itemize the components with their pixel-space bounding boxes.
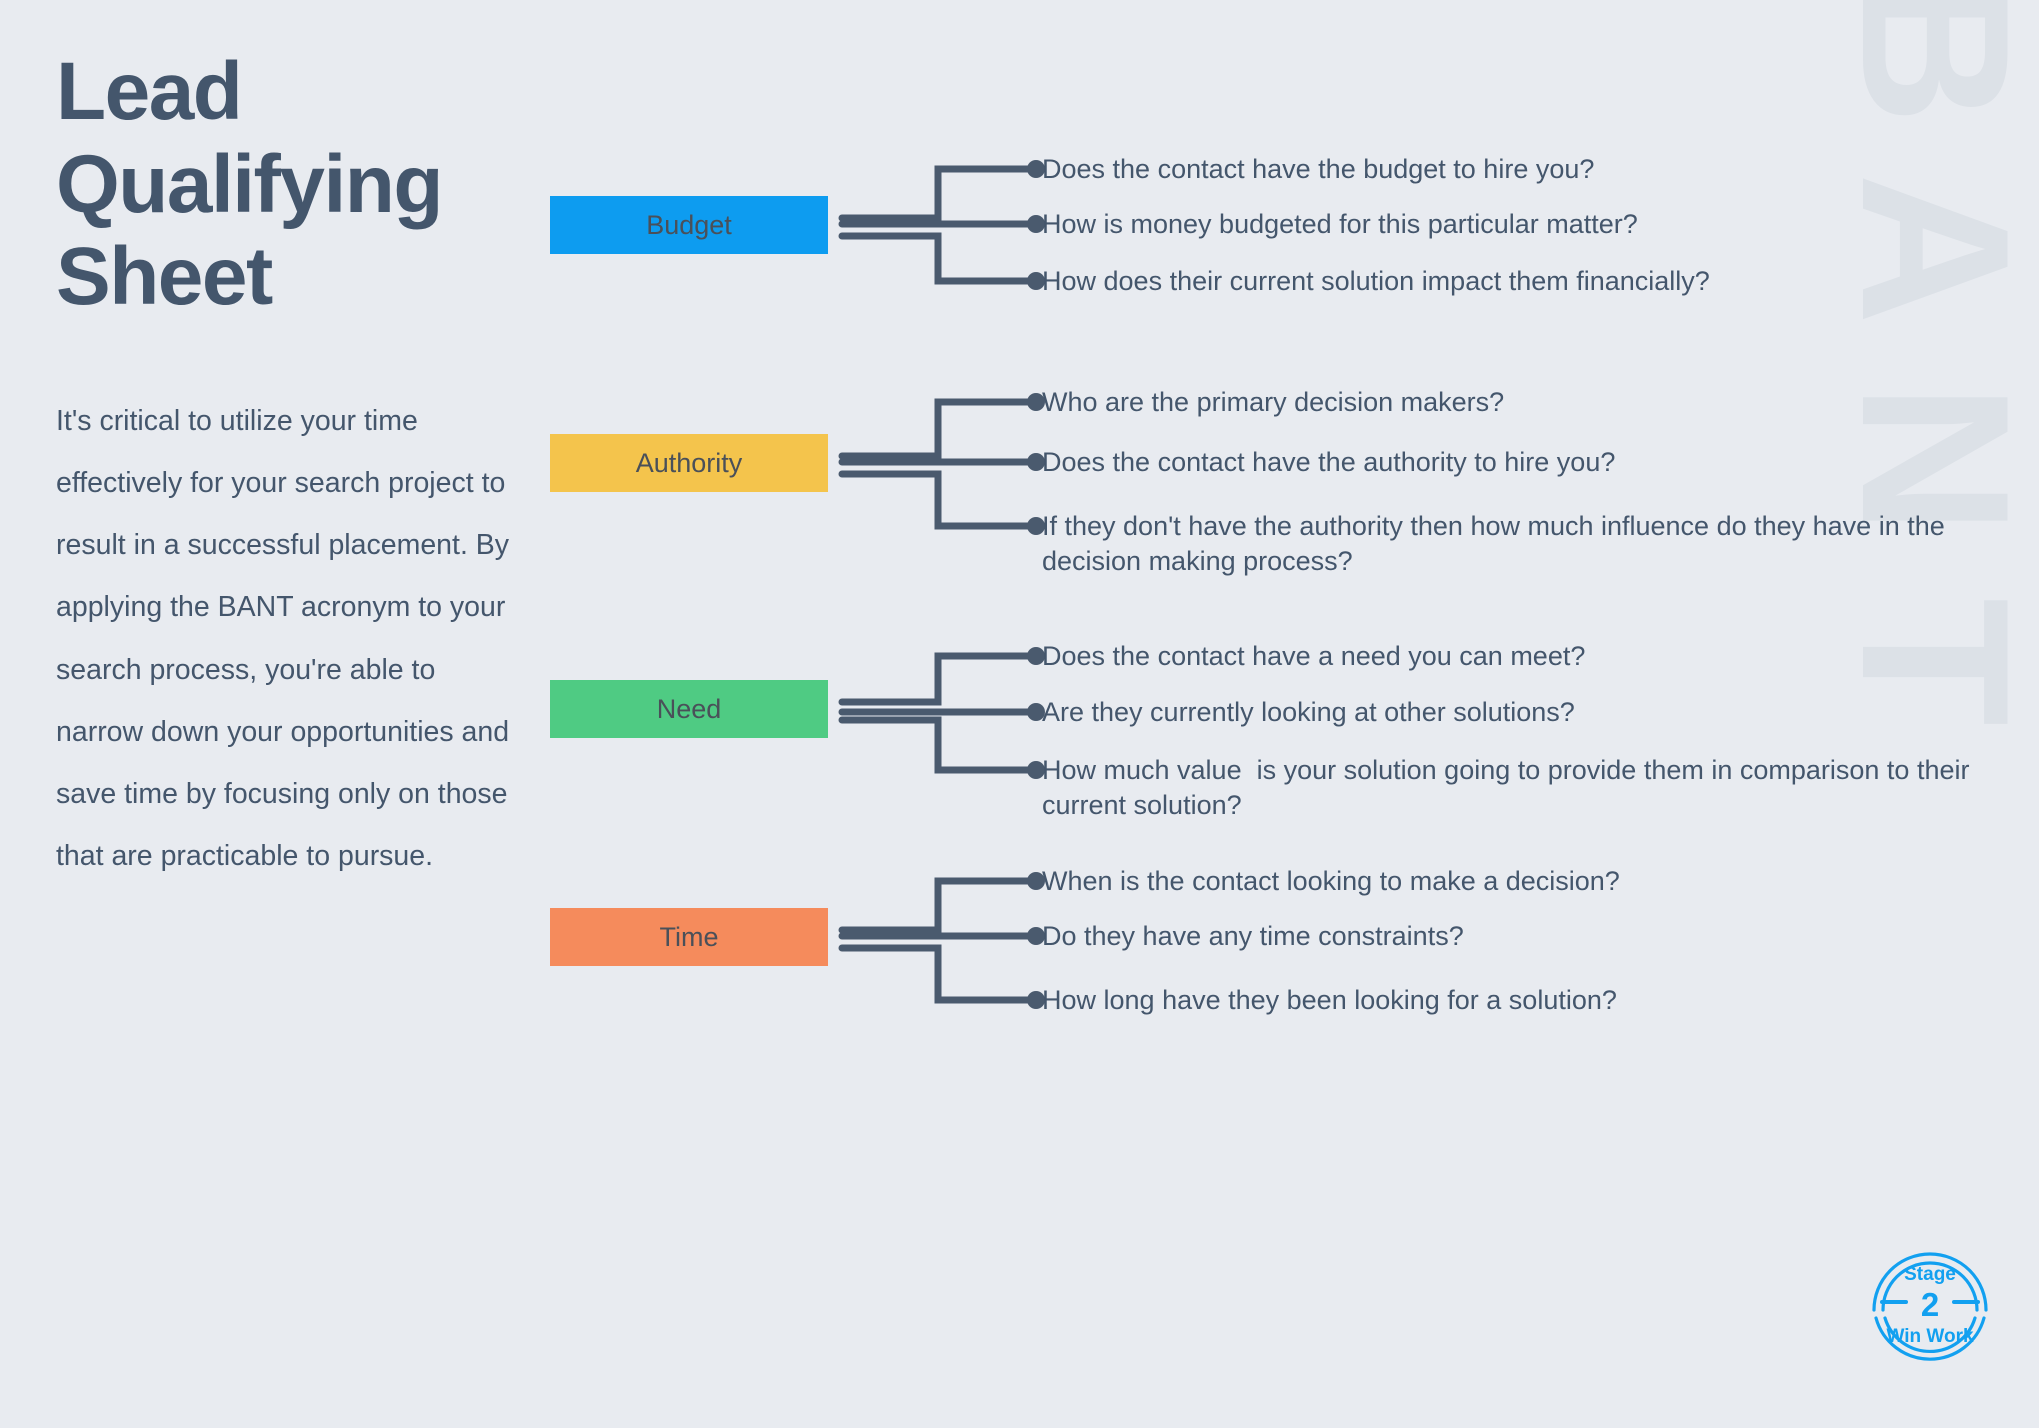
left-column: Lead Qualifying Sheet It's critical to u… bbox=[56, 0, 536, 872]
question-item: How is money budgeted for this particula… bbox=[1042, 209, 1638, 239]
category-label: Time bbox=[659, 921, 719, 952]
category-label: Budget bbox=[646, 209, 732, 240]
connector-line-3 bbox=[838, 716, 1034, 774]
stage-badge: Stage 2 Win Work bbox=[1866, 1238, 1994, 1366]
category-box-authority[interactable]: Authority bbox=[550, 434, 828, 492]
page-title: Lead Qualifying Sheet bbox=[56, 46, 443, 323]
category-label: Need bbox=[656, 693, 722, 724]
question-item: Does the contact have a need you can mee… bbox=[1042, 641, 1586, 671]
connector-line-1 bbox=[838, 652, 1034, 706]
question-item: Does the contact have the budget to hire… bbox=[1042, 154, 1595, 184]
stage-badge-label: Stage bbox=[1904, 1264, 1956, 1285]
question-item: Are they currently looking at other solu… bbox=[1042, 697, 1575, 727]
stage-badge-number: 2 bbox=[1920, 1286, 1940, 1323]
stage-badge-sublabel: Win Work bbox=[1886, 1326, 1974, 1347]
intro-paragraph: It's critical to utilize your time effec… bbox=[56, 405, 510, 872]
connector-line-1 bbox=[838, 165, 1034, 222]
category-label: Authority bbox=[635, 447, 743, 478]
question-item: How long have they been looking for a so… bbox=[1042, 985, 1617, 1015]
connector-line-1 bbox=[838, 398, 1034, 460]
connector-line-3 bbox=[838, 470, 1034, 530]
category-box-need[interactable]: Need bbox=[550, 680, 828, 738]
question-item: How does their current solution impact t… bbox=[1042, 266, 1710, 296]
question-item: Who are the primary decision makers? bbox=[1042, 387, 1505, 417]
category-box-budget[interactable]: Budget bbox=[550, 196, 828, 254]
category-box-time[interactable]: Time bbox=[550, 908, 828, 966]
connector-line-1 bbox=[838, 877, 1034, 934]
question-item: Does the contact have the authority to h… bbox=[1042, 447, 1616, 477]
connector-line-3 bbox=[838, 232, 1034, 285]
question-item: Do they have any time constraints? bbox=[1042, 921, 1464, 951]
connector-line-3 bbox=[838, 944, 1034, 1004]
question-item: When is the contact looking to make a de… bbox=[1042, 866, 1620, 896]
